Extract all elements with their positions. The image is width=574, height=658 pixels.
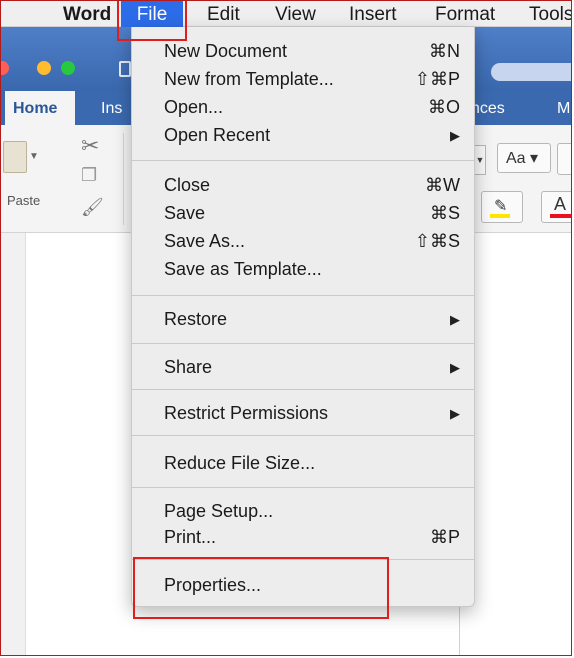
font-grow-label: Aa <box>506 150 526 167</box>
menu-item-save-as-template[interactable]: Save as Template... <box>132 257 474 281</box>
menu-view[interactable]: View <box>275 1 316 27</box>
menu-separator <box>132 559 474 560</box>
document-left-margin <box>1 233 26 655</box>
submenu-arrow-icon: ▶ <box>450 360 460 375</box>
menu-format[interactable]: Format <box>435 1 495 27</box>
menu-item-save-as[interactable]: Save As... ⇧⌘S <box>132 229 474 253</box>
clipboard-icon[interactable] <box>3 141 27 173</box>
mac-menu-bar: Word File Edit View Insert Format Tools <box>1 1 571 27</box>
menu-separator <box>132 389 474 390</box>
font-grow-button[interactable]: Aa ▾ <box>497 143 551 173</box>
menu-item-label: Open Recent <box>164 125 271 145</box>
menu-tools[interactable]: Tools <box>529 1 571 27</box>
menu-item-label: Restrict Permissions <box>164 403 329 423</box>
menu-item-label: Print... <box>164 527 217 547</box>
menu-item-label: Page Setup... <box>164 501 274 521</box>
menu-separator <box>132 160 474 161</box>
menu-item-restrict-permissions[interactable]: Restrict Permissions ▶ <box>132 401 474 425</box>
font-color-icon: A <box>554 194 567 214</box>
tab-more[interactable]: M <box>557 91 570 125</box>
submenu-arrow-icon: ▶ <box>450 128 460 143</box>
submenu-arrow-icon: ▶ <box>450 406 460 421</box>
copy-icon[interactable]: ❐ <box>81 165 97 186</box>
menu-item-label: Save As... <box>164 231 246 251</box>
menu-item-shortcut: ⌘O <box>427 97 460 117</box>
menu-item-label: New Document <box>164 41 288 61</box>
brush-icon[interactable]: 🖌 <box>81 197 104 218</box>
menu-item-label: Save as Template... <box>164 259 322 279</box>
menu-file[interactable]: File <box>121 1 183 27</box>
menu-item-shortcut: ⌘N <box>429 41 460 61</box>
highlighter-icon: ✎ <box>494 198 508 215</box>
menu-item-new-document[interactable]: New Document ⌘N <box>132 39 474 63</box>
font-color-bar <box>550 214 571 218</box>
app-menu-word[interactable]: Word <box>63 1 111 27</box>
font-size-dropdown[interactable]: ▼ <box>475 145 486 175</box>
menu-item-restore[interactable]: Restore ▶ <box>132 307 474 331</box>
tab-insert[interactable]: Ins <box>101 91 122 125</box>
menu-item-open[interactable]: Open... ⌘O <box>132 95 474 119</box>
screenshot-frame: Home Ins nces M ▼ Paste ✂ ❐ 🖌 ▼ Aa ▾ ✎ A… <box>0 0 572 656</box>
menu-item-print[interactable]: Print... ⌘P <box>132 525 474 549</box>
menu-item-close[interactable]: Close ⌘W <box>132 173 474 197</box>
menu-item-shortcut: ⇧⌘S <box>414 231 460 251</box>
highlight-button[interactable]: ✎ <box>481 191 523 223</box>
menu-item-open-recent[interactable]: Open Recent ▶ <box>132 123 474 147</box>
menu-item-label: Save <box>164 203 206 223</box>
menu-item-properties[interactable]: Properties... <box>132 573 474 597</box>
font-shrink-button[interactable] <box>557 143 571 175</box>
menu-item-page-setup[interactable]: Page Setup... <box>132 499 474 523</box>
menu-separator <box>132 295 474 296</box>
tab-home[interactable]: Home <box>5 91 75 125</box>
submenu-arrow-icon: ▶ <box>450 312 460 327</box>
font-color-button[interactable]: A <box>541 191 571 223</box>
menu-item-label: Close <box>164 175 211 195</box>
file-menu-dropdown: New Document ⌘N New from Template... ⇧⌘P… <box>131 27 475 607</box>
title-search-field[interactable] <box>491 63 571 81</box>
document-icon <box>119 61 131 77</box>
menu-item-label: Share <box>164 357 213 377</box>
menu-item-shortcut: ⌘S <box>429 203 460 223</box>
paste-label: Paste <box>7 193 41 208</box>
menu-item-label: New from Template... <box>164 69 334 89</box>
menu-item-save[interactable]: Save ⌘S <box>132 201 474 225</box>
menu-item-shortcut: ⌘W <box>425 175 460 195</box>
menu-item-shortcut: ⇧⌘P <box>414 69 460 89</box>
menu-item-shortcut: ⌘P <box>429 527 460 547</box>
menu-item-new-from-template[interactable]: New from Template... ⇧⌘P <box>132 67 474 91</box>
menu-item-label: Reduce File Size... <box>164 453 316 473</box>
ribbon-divider <box>123 133 124 225</box>
chevron-down-icon[interactable]: ▼ <box>29 151 39 162</box>
menu-item-reduce-file-size[interactable]: Reduce File Size... <box>132 451 474 475</box>
scissors-icon[interactable]: ✂ <box>81 133 99 159</box>
menu-separator <box>132 343 474 344</box>
menu-item-share[interactable]: Share ▶ <box>132 355 474 379</box>
menu-item-label: Properties... <box>164 575 262 595</box>
zoom-window-button[interactable] <box>61 61 75 75</box>
tab-references[interactable]: nces <box>471 91 505 125</box>
menu-separator <box>132 435 474 436</box>
minimize-window-button[interactable] <box>37 61 51 75</box>
menu-insert[interactable]: Insert <box>349 1 397 27</box>
menu-item-label: Open... <box>164 97 224 117</box>
menu-edit[interactable]: Edit <box>207 1 240 27</box>
menu-item-label: Restore <box>164 309 228 329</box>
highlight-color-bar <box>490 214 510 218</box>
menu-separator <box>132 487 474 488</box>
